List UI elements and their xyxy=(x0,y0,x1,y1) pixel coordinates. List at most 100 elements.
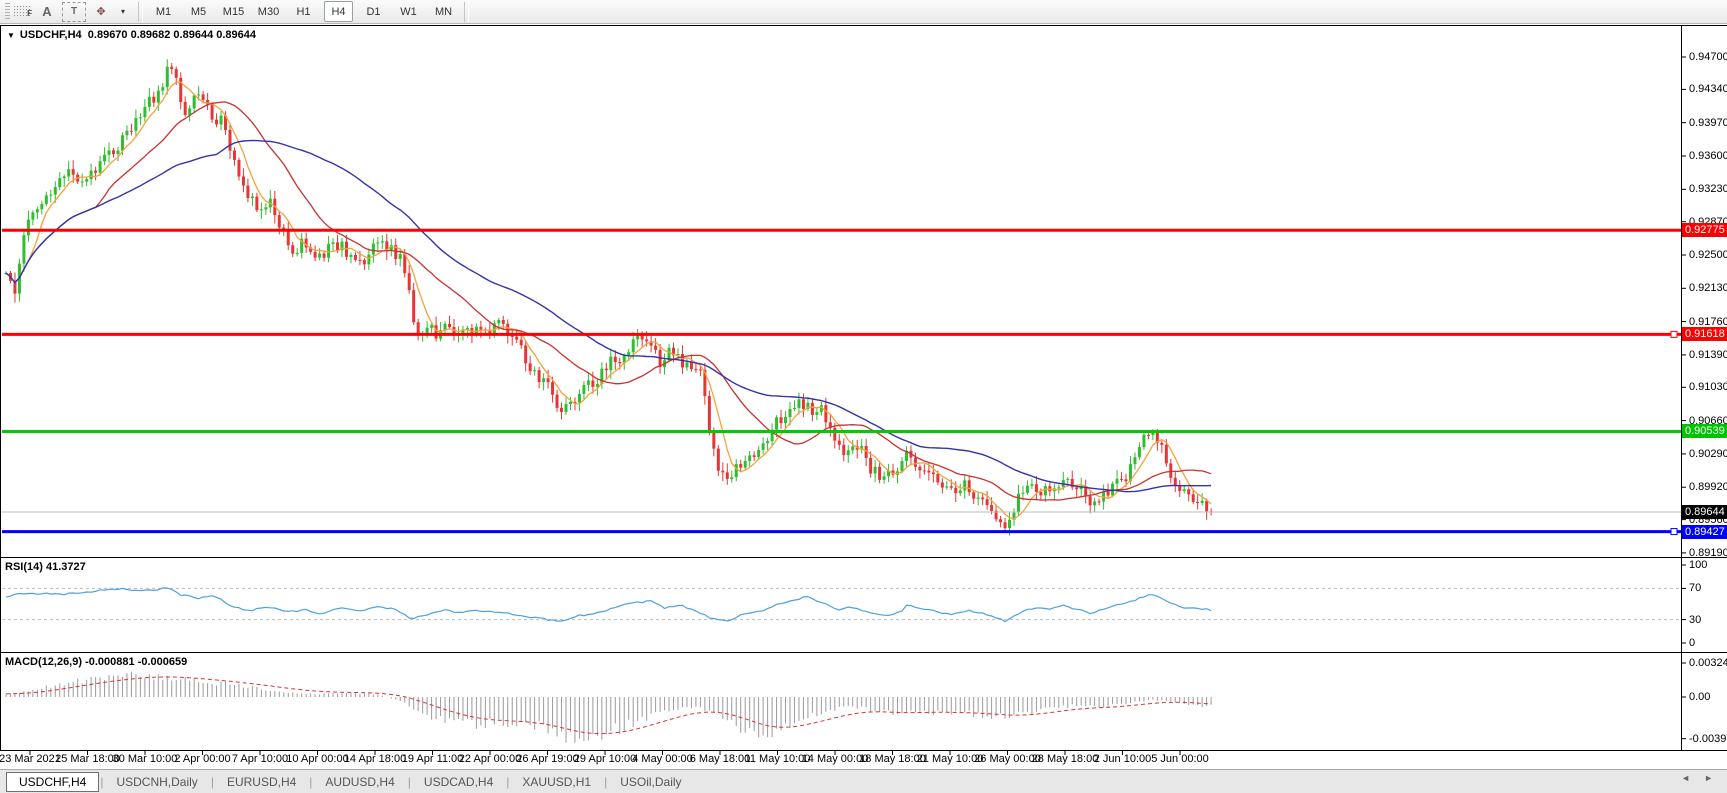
candle-body xyxy=(117,151,120,154)
tab-scroll-right-icon[interactable]: ► xyxy=(1704,773,1713,783)
rsi-label: RSI(14) 41.3727 xyxy=(5,561,86,573)
candle-body xyxy=(560,408,563,412)
timeframe-button-h1[interactable]: H1 xyxy=(289,1,318,22)
text-icon[interactable]: A xyxy=(38,3,56,21)
candle-body xyxy=(296,253,299,254)
date-tick-label: 19 Apr 11:00 xyxy=(402,753,464,765)
candle-body xyxy=(815,412,818,415)
macd-scale-label: 0.00 xyxy=(1689,691,1710,703)
candle-body xyxy=(735,464,738,477)
candle-body xyxy=(901,461,904,471)
candle-body xyxy=(578,394,581,403)
candle-body xyxy=(726,472,729,479)
candle-body xyxy=(717,449,720,471)
candle-body xyxy=(515,337,518,340)
candle-body xyxy=(497,320,500,323)
candle-body xyxy=(789,409,792,417)
candle-body xyxy=(874,467,877,474)
candle-body xyxy=(878,467,881,480)
toolbar-drag-handle[interactable] xyxy=(5,3,10,21)
price-highlight-label: 0.91618 xyxy=(1682,327,1727,341)
candle-body xyxy=(954,488,957,493)
candle-body xyxy=(565,404,568,412)
arrows-icon[interactable]: ✥ xyxy=(92,3,110,21)
candle-body xyxy=(605,369,608,371)
candle-body xyxy=(157,91,160,103)
candle-body xyxy=(220,116,223,125)
timeframe-button-m15[interactable]: M15 xyxy=(219,1,248,22)
date-tick-label: 14 Apr 18:00 xyxy=(344,753,406,765)
top-toolbar: FAT ✥▾ M1 M5 M15 M30 H1 H4 D1 W1 MN xyxy=(0,0,1727,24)
candle-body xyxy=(1138,447,1141,457)
price-highlight-label: 0.92775 xyxy=(1682,223,1727,237)
candle-body xyxy=(762,443,765,450)
timeframe-button-m5[interactable]: M5 xyxy=(184,1,213,22)
timeframe-button-d1[interactable]: D1 xyxy=(359,1,388,22)
candle-body xyxy=(587,380,590,385)
candle-body xyxy=(27,220,30,236)
candle-body xyxy=(556,395,559,408)
toolbar-separator xyxy=(138,2,143,22)
candle-body xyxy=(1004,522,1007,528)
chart-tab-usdchf-h4[interactable]: USDCHF,H4 xyxy=(6,772,99,792)
candle-body xyxy=(260,209,263,210)
candle-body xyxy=(229,130,232,151)
candle-body xyxy=(161,87,164,90)
tab-scroll-left-icon[interactable]: ◄ xyxy=(1681,773,1690,783)
rsi-scale-label: 70 xyxy=(1689,582,1701,594)
candle-body xyxy=(448,324,451,327)
chart-tab-xauusd-h1[interactable]: XAUUSD,H1 xyxy=(510,772,603,792)
candle-body xyxy=(40,204,43,209)
dropdown-caret-icon[interactable]: ▾ xyxy=(114,3,132,21)
candle-body xyxy=(108,150,111,155)
chart-tab-audusd-h4[interactable]: AUDUSD,H4 xyxy=(313,772,406,792)
timeframe-button-w1[interactable]: W1 xyxy=(394,1,423,22)
candle-body xyxy=(1030,484,1033,485)
candle-body xyxy=(287,230,290,245)
candle-body xyxy=(739,464,742,467)
timeframe-button-mn[interactable]: MN xyxy=(429,1,458,22)
candle-body xyxy=(1093,501,1096,505)
chart-tab-usoil-daily[interactable]: USOil,Daily xyxy=(608,772,693,792)
chart-canvas[interactable] xyxy=(0,24,1727,769)
timeframe-button-m1[interactable]: M1 xyxy=(149,1,178,22)
timeframe-button-h4[interactable]: H4 xyxy=(324,1,353,22)
line-endpoint-marker[interactable] xyxy=(1671,529,1677,535)
candle-body xyxy=(941,482,944,487)
price-tick-label: 0.89920 xyxy=(1689,481,1727,493)
candle-body xyxy=(824,405,827,422)
price-tick-label: 0.91390 xyxy=(1689,349,1727,361)
candle-body xyxy=(923,470,926,471)
chart-tab-eurusd-h4[interactable]: EURUSD,H4 xyxy=(215,772,308,792)
text-label-icon[interactable]: T xyxy=(62,2,86,22)
candle-body xyxy=(914,458,917,467)
timeframe-button-m30[interactable]: M30 xyxy=(254,1,283,22)
chart-tab-usdcad-h4[interactable]: USDCAD,H4 xyxy=(412,772,505,792)
chart-dropdown-icon[interactable]: ▼ xyxy=(7,31,15,40)
candle-body xyxy=(654,346,657,350)
candle-body xyxy=(31,212,34,219)
candle-body xyxy=(318,254,321,258)
rsi-scale-label: 30 xyxy=(1689,614,1701,626)
chart-quote-values: 0.89670 0.89682 0.89644 0.89644 xyxy=(88,29,256,41)
candle-body xyxy=(1017,494,1020,513)
timeframe-toolbar: M1 M5 M15 M30 H1 H4 D1 W1 MN xyxy=(149,1,458,22)
candle-body xyxy=(1196,502,1199,503)
date-tick-label: 10 Apr 00:00 xyxy=(286,753,348,765)
candle-body xyxy=(981,498,984,500)
candle-body xyxy=(22,235,25,263)
candle-body xyxy=(121,135,124,150)
candle-body xyxy=(336,242,339,250)
chart-tab-usdcnh-daily[interactable]: USDCNH,Daily xyxy=(104,772,209,792)
line-endpoint-marker[interactable] xyxy=(1671,331,1677,337)
candle-body xyxy=(950,486,953,488)
fibonacci-icon[interactable]: F xyxy=(14,6,32,18)
candle-body xyxy=(85,179,88,182)
chart-region[interactable]: ▼USDCHF,H4 0.89670 0.89682 0.89644 0.896… xyxy=(0,24,1727,769)
candle-body xyxy=(103,155,106,161)
candle-body xyxy=(278,215,281,227)
price-tick-label: 0.91030 xyxy=(1689,381,1727,393)
candle-body xyxy=(63,176,66,178)
candle-body xyxy=(784,417,787,423)
date-tick-label: 6 May 18:00 xyxy=(690,753,751,765)
